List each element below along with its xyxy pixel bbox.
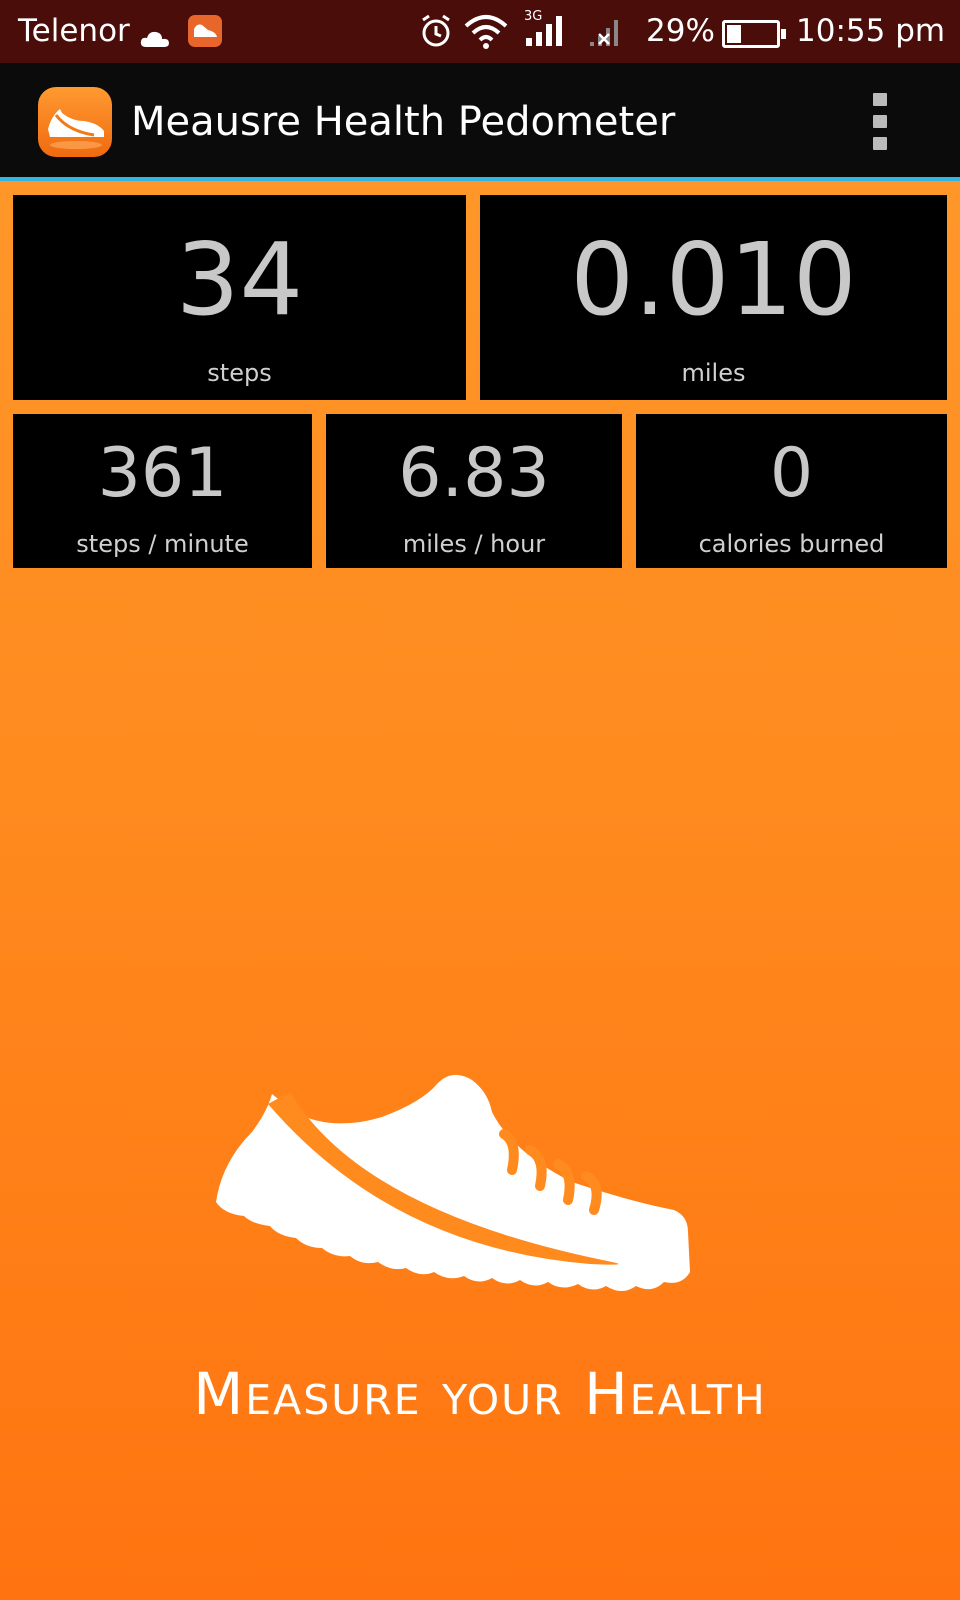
calories-value: 0 bbox=[769, 434, 814, 513]
steps-per-minute-tile: 361 steps / minute bbox=[13, 414, 312, 568]
no-signal-icon bbox=[590, 16, 624, 56]
calories-tile: 0 calories burned bbox=[636, 414, 947, 568]
steps-tile: 34 steps bbox=[13, 195, 466, 400]
miles-label: miles bbox=[681, 359, 746, 387]
steps-value: 34 bbox=[175, 221, 304, 338]
clock: 10:55 pm bbox=[796, 13, 946, 49]
steps-label: steps bbox=[207, 359, 272, 387]
carrier-name: Telenor bbox=[18, 13, 130, 49]
miles-tile: 0.010 miles bbox=[480, 195, 947, 400]
network-type-label: 3G bbox=[524, 9, 542, 24]
action-bar: Meausre Health Pedometer bbox=[0, 63, 960, 181]
wifi-icon bbox=[462, 12, 510, 58]
signal-3g-icon: 3G bbox=[524, 8, 568, 56]
miles-value: 0.010 bbox=[570, 221, 857, 338]
app-logo-icon[interactable] bbox=[38, 87, 112, 157]
miles-per-hour-label: miles / hour bbox=[402, 530, 546, 558]
status-bar: Telenor 3G 29% 10:55 pm bbox=[0, 0, 960, 63]
shoe-icon bbox=[216, 1074, 690, 1291]
steps-per-minute-label: steps / minute bbox=[76, 530, 249, 558]
tagline: Measure your Health bbox=[193, 1360, 767, 1428]
app-title: Meausre Health Pedometer bbox=[131, 99, 676, 145]
battery-level bbox=[727, 25, 741, 43]
miles-per-hour-tile: 6.83 miles / hour bbox=[326, 414, 622, 568]
battery-percent: 29% bbox=[646, 13, 715, 49]
miles-per-hour-value: 6.83 bbox=[398, 434, 550, 513]
steps-per-minute-value: 361 bbox=[97, 434, 228, 513]
cloud-icon bbox=[140, 20, 170, 56]
overflow-menu-icon[interactable] bbox=[870, 93, 890, 153]
calories-label: calories burned bbox=[698, 530, 885, 558]
shoe-notification-icon bbox=[188, 15, 222, 47]
battery-icon bbox=[722, 20, 786, 48]
alarm-icon bbox=[420, 14, 452, 56]
